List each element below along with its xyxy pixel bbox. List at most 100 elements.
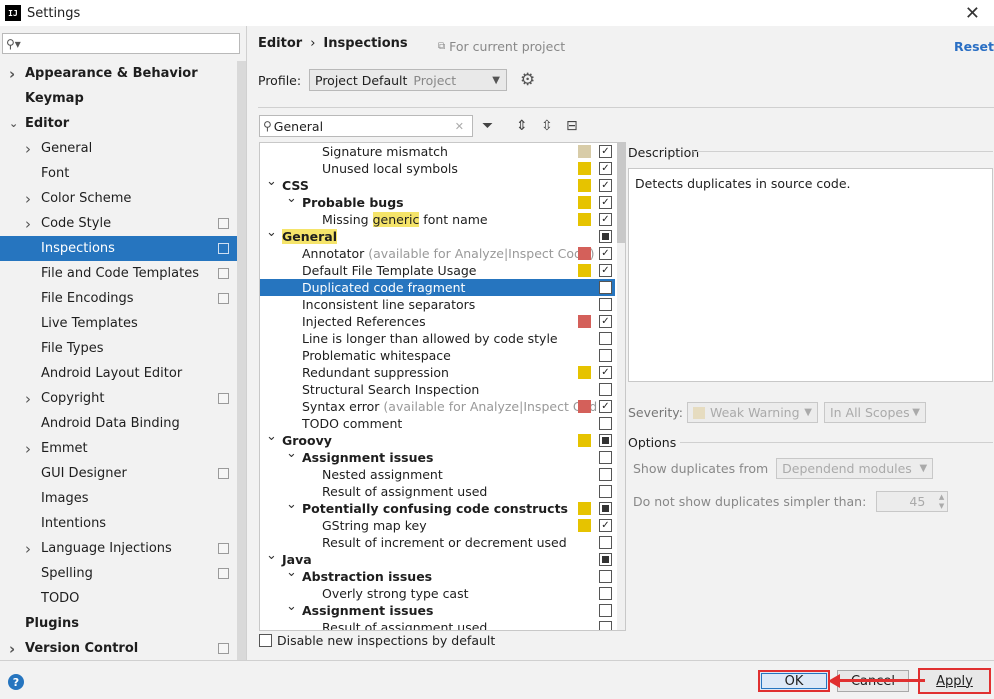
inspection-row[interactable]: Syntax error (available for Analyze|Insp… bbox=[260, 398, 615, 415]
sidebar-item[interactable]: › Color Scheme bbox=[0, 186, 237, 211]
inspection-checkbox[interactable] bbox=[599, 570, 612, 583]
sidebar-scrollbar[interactable] bbox=[237, 61, 246, 661]
sidebar-item[interactable]: › Emmet bbox=[0, 436, 237, 461]
chevron-down-icon[interactable]: ⌄ bbox=[266, 225, 277, 240]
inspection-row[interactable]: Unused local symbols ✓ bbox=[260, 160, 615, 177]
inspection-checkbox[interactable] bbox=[599, 349, 612, 362]
sidebar-item[interactable]: › Code Style bbox=[0, 211, 237, 236]
inspection-row[interactable]: ⌄ General bbox=[260, 225, 615, 245]
chevron-right-icon[interactable]: › bbox=[25, 190, 31, 208]
sidebar-item[interactable]: TODO bbox=[0, 586, 237, 611]
show-duplicates-dropdown[interactable]: Dependend modules ▼ bbox=[776, 458, 934, 479]
chevron-right-icon[interactable]: › bbox=[25, 540, 31, 558]
collapse-all-icon[interactable]: ⇳ bbox=[541, 118, 553, 134]
sidebar-item[interactable]: › Version Control bbox=[0, 636, 237, 661]
sidebar-item[interactable]: Plugins bbox=[0, 611, 237, 636]
inspection-checkbox[interactable] bbox=[599, 332, 612, 345]
sidebar-item[interactable]: Keymap bbox=[0, 86, 237, 111]
expand-all-icon[interactable]: ⇕ bbox=[516, 118, 528, 134]
chevron-down-icon[interactable]: ⌄ bbox=[266, 174, 277, 189]
inspection-row[interactable]: ⌄ Potentially confusing code constructs bbox=[260, 497, 615, 517]
inspection-row[interactable]: Result of assignment used bbox=[260, 483, 615, 500]
ok-button[interactable]: OK bbox=[758, 670, 830, 692]
sidebar-item[interactable]: File and Code Templates bbox=[0, 261, 237, 286]
inspection-checkbox[interactable]: ✓ bbox=[599, 519, 612, 532]
chevron-right-icon[interactable]: › bbox=[9, 640, 15, 658]
inspection-row[interactable]: Nested assignment bbox=[260, 466, 615, 483]
chevron-down-icon[interactable]: ⌄ bbox=[9, 117, 18, 130]
inspection-row[interactable]: Result of increment or decrement used bbox=[260, 534, 615, 551]
sidebar-item[interactable]: › General bbox=[0, 136, 237, 161]
spinner-arrows-icon[interactable]: ▲ ▼ bbox=[939, 493, 944, 511]
inspection-checkbox[interactable] bbox=[599, 434, 612, 447]
chevron-down-icon[interactable]: ⌄ bbox=[266, 548, 277, 563]
inspection-checkbox[interactable] bbox=[599, 536, 612, 549]
sidebar-item[interactable]: Font bbox=[0, 161, 237, 186]
inspection-checkbox[interactable]: ✓ bbox=[599, 179, 612, 192]
inspection-row[interactable]: ⌄ CSS ✓ bbox=[260, 174, 615, 194]
clear-icon[interactable]: ✕ bbox=[455, 120, 464, 133]
inspection-row[interactable]: Duplicated code fragment bbox=[260, 279, 615, 296]
inspection-row[interactable]: Line is longer than allowed by code styl… bbox=[260, 330, 615, 347]
inspection-checkbox[interactable] bbox=[599, 485, 612, 498]
chevron-down-icon[interactable]: ⌄ bbox=[286, 191, 297, 206]
inspection-filter-input[interactable]: ⚲ General ✕ bbox=[259, 115, 473, 137]
inspection-row[interactable]: ⌄ Java bbox=[260, 548, 615, 568]
inspection-checkbox[interactable]: ✓ bbox=[599, 264, 612, 277]
inspection-checkbox[interactable] bbox=[599, 281, 612, 294]
disable-new-inspections-checkbox[interactable] bbox=[259, 634, 272, 647]
sidebar-item[interactable]: › Language Injections bbox=[0, 536, 237, 561]
inspection-row[interactable]: TODO comment bbox=[260, 415, 615, 432]
inspection-checkbox[interactable] bbox=[599, 383, 612, 396]
inspection-checkbox[interactable]: ✓ bbox=[599, 145, 612, 158]
chevron-down-icon[interactable]: ⌄ bbox=[266, 429, 277, 444]
inspection-checkbox[interactable]: ✓ bbox=[599, 162, 612, 175]
severity-dropdown[interactable]: Weak Warning ▼ bbox=[686, 402, 818, 423]
chevron-down-icon[interactable]: ⌄ bbox=[286, 446, 297, 461]
inspection-row[interactable]: Default File Template Usage ✓ bbox=[260, 262, 615, 279]
inspection-checkbox[interactable] bbox=[599, 298, 612, 311]
sidebar-item[interactable]: GUI Designer bbox=[0, 461, 237, 486]
chevron-right-icon[interactable]: › bbox=[25, 390, 31, 408]
inspection-row[interactable]: ⌄ Probable bugs ✓ bbox=[260, 191, 615, 211]
gear-icon[interactable]: ⚙ bbox=[520, 70, 535, 90]
inspection-checkbox[interactable] bbox=[599, 417, 612, 430]
breadcrumb-editor[interactable]: Editor bbox=[258, 36, 302, 51]
scope-dropdown[interactable]: In All Scopes ▼ bbox=[823, 402, 926, 423]
sidebar-item[interactable]: Android Layout Editor bbox=[0, 361, 237, 386]
inspection-checkbox[interactable] bbox=[599, 553, 612, 566]
inspection-row[interactable]: Overly strong type cast bbox=[260, 585, 615, 602]
sidebar-item[interactable]: ⌄ Editor bbox=[0, 111, 237, 136]
inspection-checkbox[interactable] bbox=[599, 604, 612, 617]
chevron-right-icon[interactable]: › bbox=[25, 215, 31, 233]
settings-search-input[interactable]: ⚲▾ bbox=[2, 33, 240, 54]
inspection-checkbox[interactable]: ✓ bbox=[599, 213, 612, 226]
chevron-right-icon[interactable]: › bbox=[25, 440, 31, 458]
inspection-checkbox[interactable]: ✓ bbox=[599, 400, 612, 413]
inspection-checkbox[interactable]: ✓ bbox=[599, 247, 612, 260]
chevron-right-icon[interactable]: › bbox=[9, 65, 15, 83]
inspection-row[interactable]: Redundant suppression ✓ bbox=[260, 364, 615, 381]
inspection-checkbox[interactable]: ✓ bbox=[599, 366, 612, 379]
inspection-row[interactable]: Missing generic font name ✓ bbox=[260, 211, 615, 228]
inspection-row[interactable]: Structural Search Inspection bbox=[260, 381, 615, 398]
sidebar-item[interactable]: › Copyright bbox=[0, 386, 237, 411]
inspection-row[interactable]: Annotator (available for Analyze|Inspect… bbox=[260, 245, 615, 262]
chevron-down-icon[interactable]: ⌄ bbox=[286, 497, 297, 512]
sidebar-item[interactable]: Live Templates bbox=[0, 311, 237, 336]
sidebar-item[interactable]: Intentions bbox=[0, 511, 237, 536]
apply-button[interactable]: Apply bbox=[918, 668, 991, 694]
help-icon[interactable]: ? bbox=[8, 674, 24, 690]
inspection-checkbox[interactable] bbox=[599, 621, 612, 630]
inspection-checkbox[interactable] bbox=[599, 502, 612, 515]
inspection-row[interactable]: Inconsistent line separators bbox=[260, 296, 615, 313]
chevron-down-icon[interactable]: ⌄ bbox=[286, 599, 297, 614]
inspection-row[interactable]: ⌄ Groovy bbox=[260, 429, 615, 449]
inspection-row[interactable]: Problematic whitespace bbox=[260, 347, 615, 364]
reset-to-default-icon[interactable]: ⊟ bbox=[566, 118, 578, 134]
inspection-row[interactable]: Injected References ✓ bbox=[260, 313, 615, 330]
simpler-than-spinner[interactable]: 45 ▲ ▼ bbox=[876, 491, 949, 512]
chevron-down-icon[interactable]: ⌄ bbox=[286, 565, 297, 580]
reset-link[interactable]: Reset bbox=[954, 39, 994, 54]
inspection-checkbox[interactable]: ✓ bbox=[599, 196, 612, 209]
